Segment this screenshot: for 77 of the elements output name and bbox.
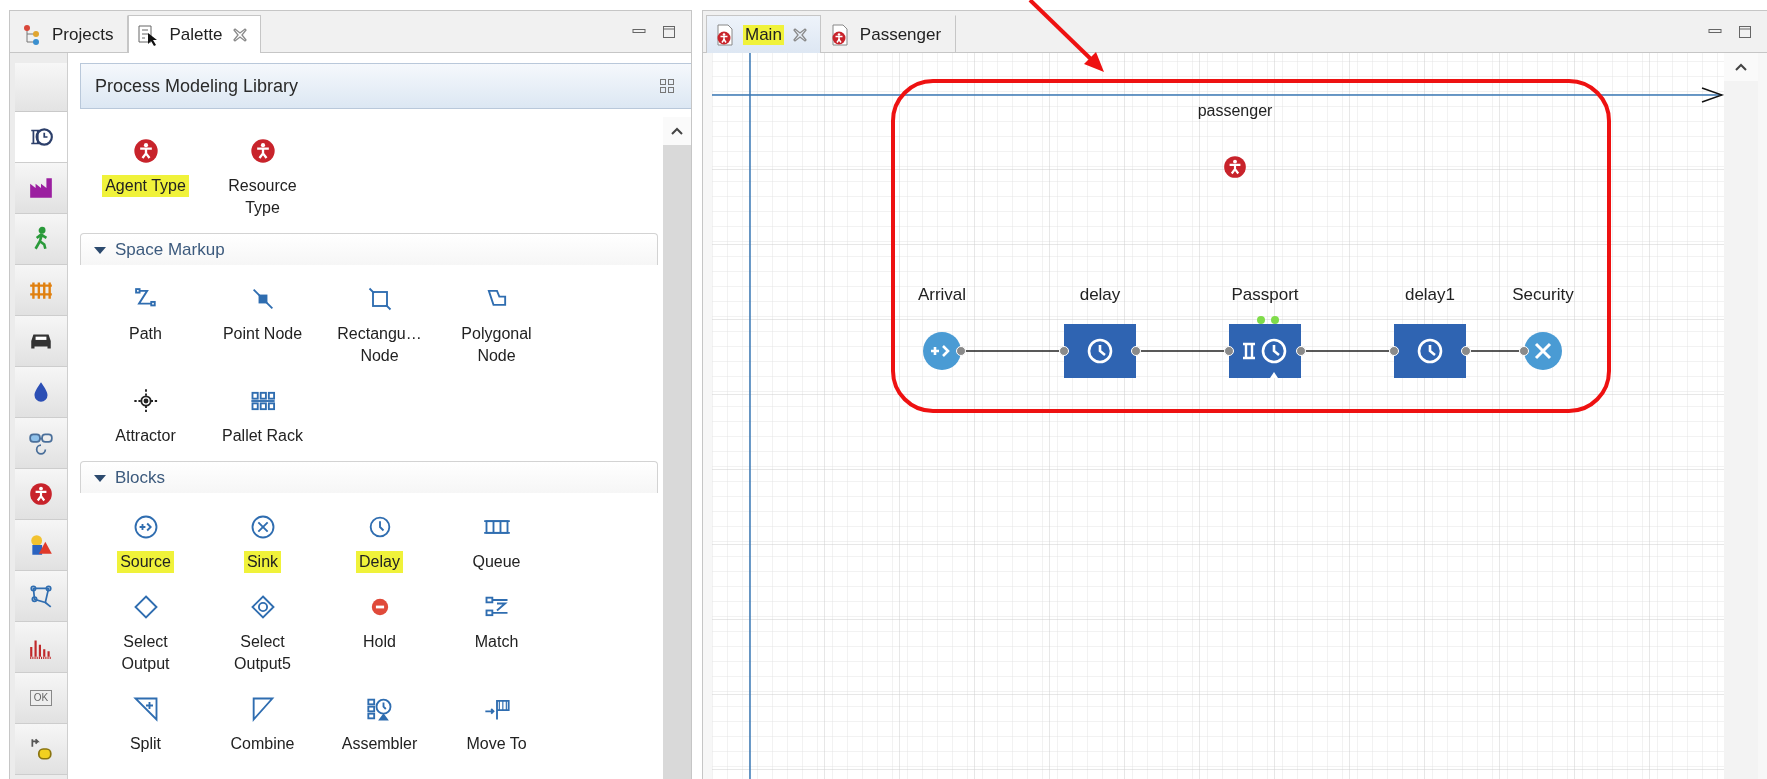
triangle-plus-icon[interactable]	[131, 695, 160, 723]
item-label[interactable]: Source	[117, 551, 174, 573]
sink-block[interactable]	[1519, 332, 1562, 370]
category-tab[interactable]	[15, 163, 67, 214]
category-tab[interactable]: OK	[15, 673, 67, 724]
section-title: Space Markup	[115, 239, 225, 260]
block-label: delay	[1079, 285, 1121, 304]
block-label: delay1	[1404, 285, 1456, 304]
tab-label: Main	[743, 24, 784, 45]
block-label: Passport	[1231, 285, 1299, 304]
tree-icon	[22, 23, 42, 46]
library-title: Process Modeling Library	[95, 75, 300, 97]
scrollbar[interactable]	[663, 117, 691, 779]
library-header[interactable]: Process Modeling Library	[80, 63, 691, 109]
tab-label: Palette	[168, 24, 224, 45]
section-header[interactable]: Space Markup	[80, 233, 658, 265]
item-label[interactable]: Sink	[243, 551, 282, 573]
agent-label: passenger	[1197, 102, 1273, 119]
item-label[interactable]: Resource Type	[225, 175, 300, 219]
maximize-icon[interactable]	[661, 23, 677, 40]
tab-label: Projects	[51, 24, 115, 45]
item-label[interactable]: Assembler	[338, 733, 421, 755]
factory-icon	[28, 175, 54, 201]
category-tab[interactable]	[15, 520, 67, 571]
item-label[interactable]: Match	[471, 631, 522, 653]
item-label[interactable]: Queue	[469, 551, 524, 573]
category-tab[interactable]	[15, 622, 67, 673]
network-icon	[28, 583, 54, 609]
close-icon[interactable]	[232, 26, 249, 43]
block-label: Arrival	[917, 285, 967, 304]
item-label[interactable]: Point Node	[219, 323, 306, 345]
category-tab[interactable]	[15, 316, 67, 367]
scroll-up-icon[interactable]	[1734, 62, 1748, 72]
tab[interactable]: Main	[706, 15, 821, 53]
item-label[interactable]: Attractor	[112, 425, 179, 447]
category-tab[interactable]	[15, 367, 67, 418]
item-label[interactable]: Rectangu… Node	[334, 323, 425, 367]
source-block[interactable]	[923, 332, 966, 370]
close-icon[interactable]	[791, 26, 808, 43]
block-label: Security	[1512, 285, 1574, 304]
scrollbar[interactable]	[1724, 53, 1758, 779]
agent-icon[interactable]	[248, 137, 277, 165]
agent-document-icon	[715, 23, 735, 46]
tanks-icon	[28, 430, 54, 456]
section-title: Blocks	[115, 467, 166, 488]
delay-block[interactable]	[1389, 324, 1471, 378]
category-tab[interactable]	[15, 571, 67, 622]
category-tab[interactable]	[15, 469, 67, 520]
grid-view-icon[interactable]	[659, 78, 675, 94]
maximize-icon[interactable]	[1737, 23, 1753, 40]
category-tab[interactable]	[15, 112, 67, 163]
scroll-up-icon[interactable]	[670, 126, 684, 136]
item-label[interactable]: Split	[126, 733, 165, 755]
action-icon	[28, 736, 54, 762]
agent-icon[interactable]	[1224, 156, 1246, 178]
blank-tile[interactable]	[15, 63, 67, 112]
item-label[interactable]: Delay	[356, 551, 403, 573]
item-label[interactable]: Combine	[227, 733, 298, 755]
item-label[interactable]: Select Output5	[231, 631, 294, 675]
tab[interactable]: Palette	[128, 15, 262, 53]
tab-label: Passenger	[858, 24, 943, 45]
item-label[interactable]: Select Output	[118, 631, 173, 675]
item-label[interactable]: Agent Type	[102, 175, 189, 197]
item-label[interactable]: Path	[126, 323, 165, 345]
section-header[interactable]: Blocks	[80, 461, 658, 493]
item-label[interactable]: Polygonal Node	[458, 323, 535, 367]
agent-icon	[28, 481, 54, 507]
model-canvas[interactable]: passenger Arrival delay Passport delay1 Security	[712, 53, 1724, 779]
item-label[interactable]: Pallet Rack	[219, 425, 306, 447]
shapes-icon	[28, 532, 54, 558]
agent-document-icon	[829, 23, 850, 46]
delay-block[interactable]	[1059, 324, 1141, 378]
item-label[interactable]: Hold	[360, 631, 399, 653]
attractor-icon[interactable]	[131, 387, 160, 415]
agent-icon[interactable]	[131, 137, 160, 165]
item-label[interactable]: Move To	[463, 733, 530, 755]
service-block[interactable]	[1224, 316, 1306, 378]
